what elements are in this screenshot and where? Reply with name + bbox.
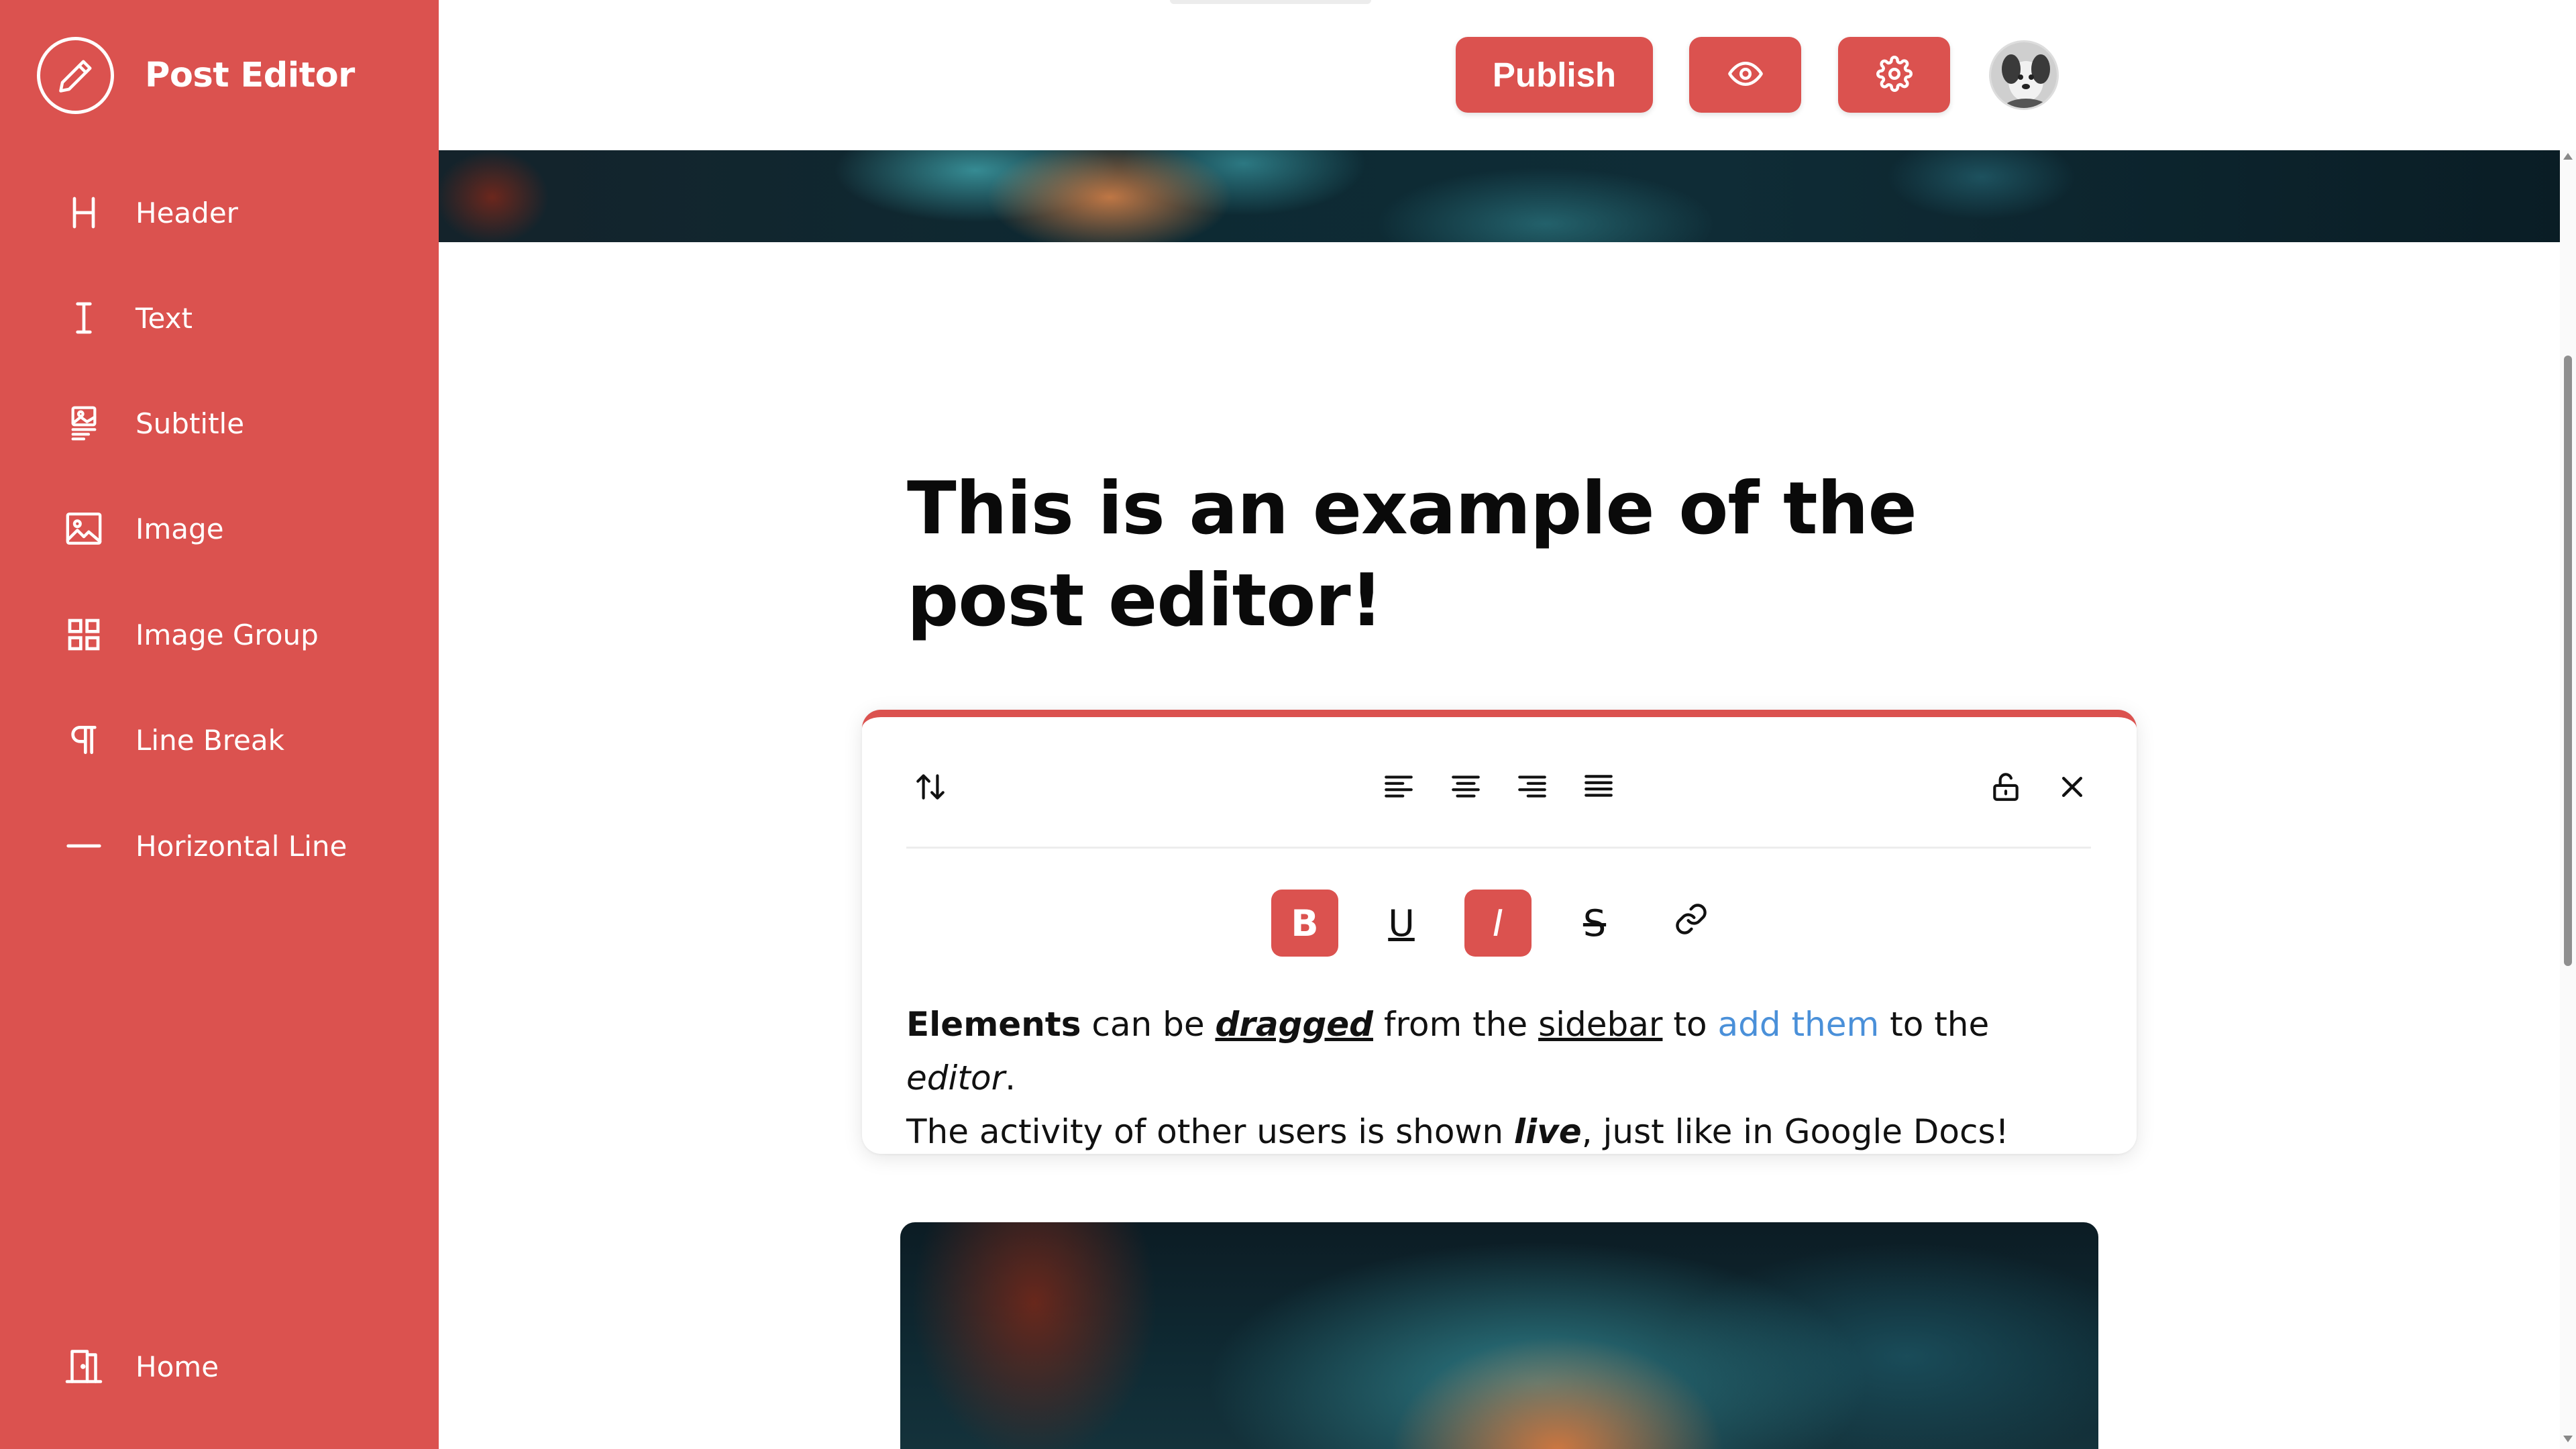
sidebar-item-horizontal-line[interactable]: Horizontal Line xyxy=(0,806,439,886)
sidebar-item-label: Line Break xyxy=(136,723,284,757)
sidebar-item-image[interactable]: Image xyxy=(0,488,439,569)
door-icon xyxy=(60,1343,107,1390)
sidebar-item-label: Home xyxy=(136,1350,219,1383)
brand: Post Editor xyxy=(37,37,355,114)
post-title[interactable]: This is an example of the post editor! xyxy=(907,463,1953,647)
sidebar-item-label: Text xyxy=(136,301,193,335)
text-run-italic: editor xyxy=(906,1059,1006,1097)
sidebar-item-text[interactable]: Text xyxy=(0,278,439,358)
text-run: , just like in Google Docs! xyxy=(1581,1112,2009,1151)
sidebar-item-home[interactable]: Home xyxy=(0,1326,439,1407)
sidebar-item-header[interactable]: Header xyxy=(0,172,439,253)
user-avatar[interactable] xyxy=(1989,40,2059,110)
text-run-underline: sidebar xyxy=(1538,1005,1663,1044)
unlock-icon[interactable] xyxy=(1984,765,2027,808)
publish-button[interactable]: Publish xyxy=(1456,37,1653,113)
text-run: to the xyxy=(1879,1005,1990,1044)
bold-button[interactable]: B xyxy=(1271,890,1338,957)
text-run-bold-italic-underline: dragged xyxy=(1215,1005,1373,1044)
toolbar-divider xyxy=(906,847,2091,849)
post-image[interactable] xyxy=(900,1222,2098,1449)
text-run: from the xyxy=(1373,1005,1539,1044)
link-icon xyxy=(1674,902,1709,945)
align-justify-icon[interactable] xyxy=(1577,765,1620,808)
sidebar-item-line-break[interactable]: Line Break xyxy=(0,700,439,780)
sidebar: Post Editor Header Text Subtitle Image I… xyxy=(0,0,439,1449)
scroll-down-arrow[interactable] xyxy=(2563,1436,2573,1442)
strikethrough-button[interactable]: S xyxy=(1561,890,1628,957)
cover-image xyxy=(439,150,2560,242)
text-run: . xyxy=(1005,1059,1016,1097)
text-cursor-icon xyxy=(60,294,107,341)
settings-button[interactable] xyxy=(1838,37,1950,113)
italic-button[interactable]: I xyxy=(1464,890,1532,957)
preview-button[interactable] xyxy=(1689,37,1801,113)
scrollbar-thumb[interactable] xyxy=(2564,356,2572,966)
text-run: The activity of other users is shown xyxy=(906,1112,1514,1151)
subtitle-icon xyxy=(60,400,107,447)
pencil-icon xyxy=(37,37,114,114)
app-root: Post Editor Header Text Subtitle Image I… xyxy=(0,0,2576,1449)
sidebar-item-label: Image Group xyxy=(136,618,319,651)
horizontal-line-icon xyxy=(60,822,107,869)
sidebar-item-subtitle[interactable]: Subtitle xyxy=(0,383,439,464)
text-run-bold: Elements xyxy=(906,1005,1081,1044)
sidebar-item-label: Subtitle xyxy=(136,407,245,440)
close-icon[interactable] xyxy=(2051,765,2094,808)
gear-icon xyxy=(1876,56,1913,94)
align-right-icon[interactable] xyxy=(1511,765,1554,808)
top-handle xyxy=(1170,0,1371,4)
text-run-bold-italic: live xyxy=(1513,1112,1582,1151)
sidebar-item-label: Header xyxy=(136,196,238,229)
text-run: can be xyxy=(1081,1005,1216,1044)
sidebar-item-image-group[interactable]: Image Group xyxy=(0,594,439,675)
editor-body-text[interactable]: Elements can be dragged from the sidebar… xyxy=(906,998,2100,1159)
inline-link[interactable]: add them xyxy=(1717,1005,1879,1044)
align-center-icon[interactable] xyxy=(1444,765,1487,808)
underline-button[interactable]: U xyxy=(1368,890,1435,957)
cover-image-detail xyxy=(439,150,640,242)
app-title: Post Editor xyxy=(145,56,355,95)
text-run: to xyxy=(1662,1005,1718,1044)
heading-icon xyxy=(60,189,107,236)
grid-icon xyxy=(60,611,107,658)
sidebar-item-label: Image xyxy=(136,512,224,545)
pilcrow-icon xyxy=(60,716,107,763)
swap-vertical-icon[interactable] xyxy=(909,765,952,808)
scroll-up-arrow[interactable] xyxy=(2563,153,2573,160)
text-block-editor: B U I S Elements can be dragged from the… xyxy=(862,710,2137,1154)
link-button[interactable] xyxy=(1658,890,1725,957)
align-left-icon[interactable] xyxy=(1377,765,1420,808)
eye-icon xyxy=(1727,56,1764,94)
sidebar-item-label: Horizontal Line xyxy=(136,829,347,863)
image-icon xyxy=(60,505,107,552)
